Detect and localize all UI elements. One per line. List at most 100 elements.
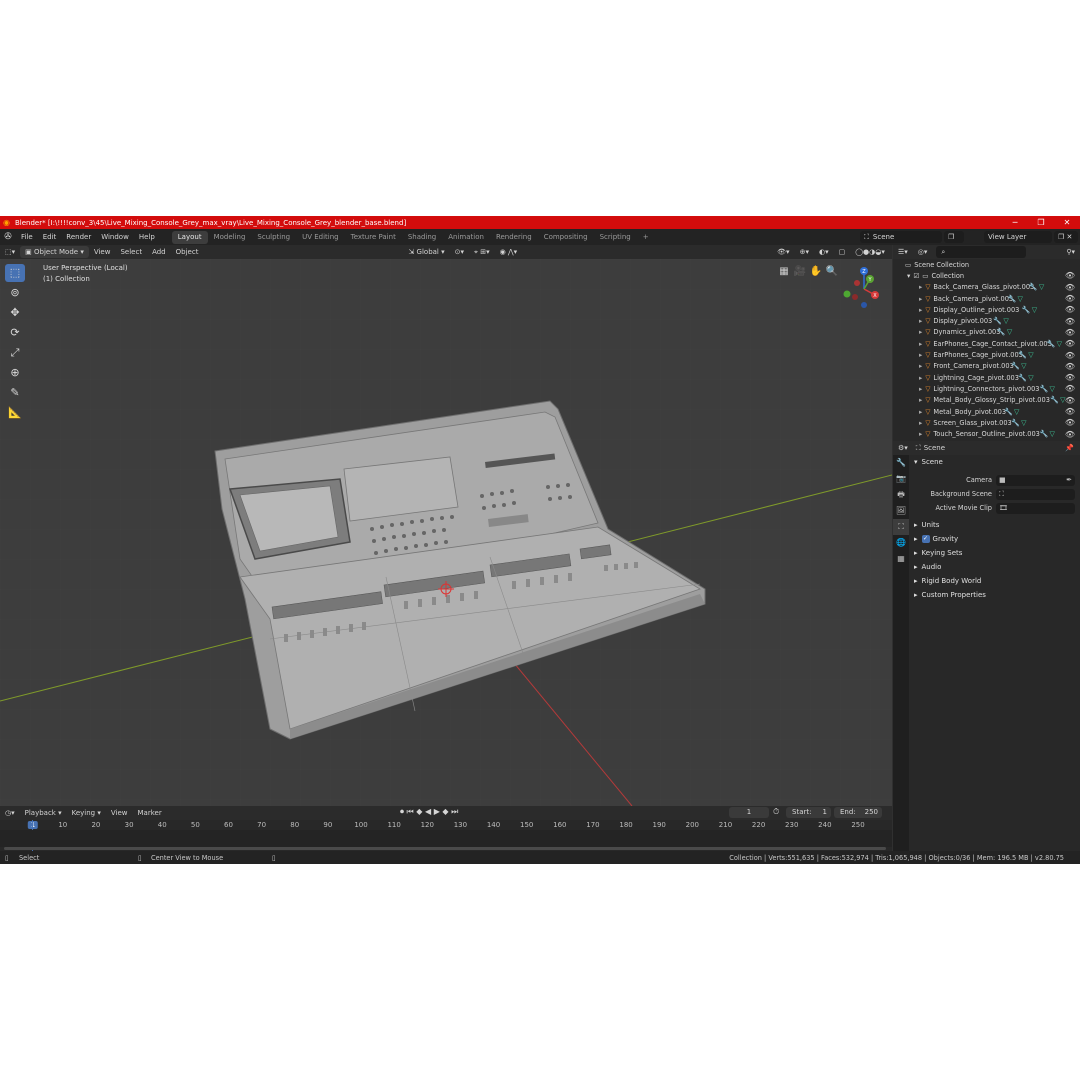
timeline-editor-type[interactable]: ◷▾ — [0, 807, 20, 819]
outliner-item[interactable]: ▸ ▽ Screen_Glass_pivot.003 🔧 ▽ 👁 — [893, 417, 1080, 428]
menu-playback[interactable]: Playback ▾ — [20, 807, 67, 819]
shading-modes[interactable]: ◯●◑◒▾ — [850, 246, 890, 258]
eye-icon[interactable]: 👁 — [1065, 430, 1075, 439]
camera-input[interactable]: ■ ✒ — [996, 474, 1075, 486]
clock-icon[interactable]: ⏱ — [773, 807, 779, 817]
record-icon[interactable]: ⏺ — [400, 807, 404, 816]
xray-button[interactable]: ▢ — [834, 246, 851, 258]
outliner-item[interactable]: ▸ ▽ Touch_Sensor_Outline_pivot.003 🔧 ▽ 👁 — [893, 428, 1080, 439]
outliner-item[interactable]: ▸ ▽ EarPhones_Cage_pivot.003 🔧 ▽ 👁 — [893, 349, 1080, 360]
custom-properties-section[interactable]: ▸ Custom Properties — [909, 588, 1080, 602]
eye-icon[interactable]: 👁 — [1065, 283, 1075, 292]
eye-icon[interactable]: 👁 — [1065, 351, 1075, 360]
tab-texture-paint[interactable]: Texture Paint — [345, 231, 402, 244]
move-tool-icon[interactable]: ✥ — [5, 304, 25, 322]
outliner-editor-type[interactable]: ☰▾ — [893, 246, 913, 258]
expand-icon[interactable]: ▸ — [919, 430, 922, 438]
start-frame-field[interactable]: Start: 1 — [786, 807, 831, 818]
expand-icon[interactable]: ▸ — [919, 385, 922, 393]
current-frame-field[interactable]: 1 — [729, 807, 769, 818]
jump-start-icon[interactable]: ⏮ — [407, 807, 414, 816]
scene-panel-header[interactable]: ▾ Scene — [909, 455, 1080, 469]
camera-view-icon[interactable]: 🎥 — [792, 266, 808, 280]
outliner-item[interactable]: ▸ ▽ Metal_Body_Glossy_Strip_pivot.003 🔧 ▽ 👁 — [893, 395, 1080, 406]
expand-icon[interactable]: ▸ — [919, 351, 922, 359]
select-box-tool-icon[interactable]: ⬚ — [5, 264, 25, 282]
outliner-item[interactable]: ▸ ▽ Metal_Body_pivot.003 🔧 ▽ 👁 — [893, 406, 1080, 417]
navigation-gizmo[interactable]: Z X Y — [840, 263, 890, 313]
world-tab-icon[interactable]: 🌐 — [893, 535, 909, 551]
eye-icon[interactable]: 👁 — [1065, 384, 1075, 393]
audio-section[interactable]: ▸ Audio — [909, 560, 1080, 574]
outliner-item[interactable]: ▸ ▽ Dynamics_pivot.003 🔧 ▽ 👁 — [893, 327, 1080, 338]
gravity-section[interactable]: ▸ ✓ Gravity — [909, 532, 1080, 546]
minimize-button[interactable]: ─ — [1002, 216, 1028, 229]
eye-icon[interactable]: 👁 — [1065, 418, 1075, 427]
transform-tool-icon[interactable]: ⊕ — [5, 364, 25, 382]
expand-icon[interactable]: ▸ — [919, 283, 922, 291]
scene-selector[interactable]: ⛶ Scene — [860, 231, 942, 243]
expand-icon[interactable]: ▸ — [919, 317, 922, 325]
tab-animation[interactable]: Animation — [442, 231, 490, 244]
expand-icon[interactable]: ▸ — [919, 306, 922, 314]
tab-layout[interactable]: Layout — [171, 230, 208, 244]
tab-sculpting[interactable]: Sculpting — [251, 231, 296, 244]
expand-icon[interactable]: ▸ — [919, 374, 922, 382]
outliner-item[interactable]: ▸ ▽ Display_Outline_pivot.003 🔧 ▽ 👁 — [893, 304, 1080, 315]
outliner-scene-collection[interactable]: ▭ Scene Collection — [893, 259, 1080, 270]
outliner-collection[interactable]: ▾ ☑ ▭ Collection 👁 — [893, 270, 1080, 281]
scale-tool-icon[interactable]: ⤢ — [5, 344, 25, 362]
eye-icon[interactable]: 👁 — [1065, 271, 1075, 280]
menu-object[interactable]: Object — [171, 246, 204, 258]
outliner-item[interactable]: ▸ ▽ Display_pivot.003 🔧 ▽ 👁 — [893, 315, 1080, 326]
new-view-layer-button[interactable]: ❐ ✕ — [1054, 231, 1078, 243]
eye-icon[interactable]: 👁 — [1065, 328, 1075, 337]
menu-view[interactable]: View — [89, 246, 116, 258]
eye-icon[interactable]: 👁 — [1065, 317, 1075, 326]
frame-ruler[interactable]: 1 10 20 30 40 50 60 70 80 90 100 110 120 130 140 150 160… — [0, 820, 892, 830]
filter-icon[interactable]: ⚲▾ — [1061, 246, 1080, 258]
tab-uv-editing[interactable]: UV Editing — [296, 231, 345, 244]
tab-compositing[interactable]: Compositing — [538, 231, 594, 244]
expand-icon[interactable]: ▸ — [919, 328, 922, 336]
play-reverse-icon[interactable]: ◀ — [425, 807, 431, 816]
add-workspace-button[interactable]: + — [637, 231, 655, 244]
expand-icon[interactable]: ▸ — [919, 362, 922, 370]
expand-icon[interactable]: ▸ — [919, 408, 922, 416]
tab-rendering[interactable]: Rendering — [490, 231, 538, 244]
eye-icon[interactable]: 👁 — [1065, 339, 1075, 348]
outliner-item[interactable]: ▸ ▽ Back_Camera_pivot.003 🔧 ▽ 👁 — [893, 293, 1080, 304]
texture-tab-icon[interactable]: ▦ — [893, 551, 909, 567]
transform-orientation-selector[interactable]: ⇲ Global ▾ — [403, 246, 449, 258]
gravity-checkbox[interactable]: ✓ — [921, 535, 930, 543]
expand-icon[interactable]: ▸ — [919, 419, 922, 427]
close-button[interactable]: ✕ — [1054, 216, 1080, 229]
scene-tab-icon[interactable]: ⛶ — [893, 519, 909, 535]
outliner-item[interactable]: ▸ ▽ Lightning_Connectors_pivot.003 🔧 ▽ 👁 — [893, 383, 1080, 394]
outliner-item[interactable]: ▸ ▽ Lightning_Cage_pivot.003 🔧 ▽ 👁 — [893, 372, 1080, 383]
tab-modeling[interactable]: Modeling — [208, 231, 252, 244]
timeline-track-area[interactable] — [0, 830, 892, 847]
menu-keying[interactable]: Keying ▾ — [67, 807, 106, 819]
menu-marker[interactable]: Marker — [133, 807, 167, 819]
render-tab-icon[interactable]: 📷 — [893, 471, 909, 487]
menu-file[interactable]: File — [16, 233, 38, 241]
next-keyframe-icon[interactable]: ◆ — [442, 807, 448, 816]
gizmo-button[interactable]: ⊕▾ — [795, 246, 814, 258]
overlay-button[interactable]: ◐▾ — [814, 246, 834, 258]
snap-button[interactable]: ⌖ ⊞▾ — [469, 246, 495, 258]
jump-end-icon[interactable]: ⏭ — [451, 807, 458, 816]
eye-icon[interactable]: 👁 — [1065, 396, 1075, 405]
mode-selector[interactable]: ▣ Object Mode ▾ — [20, 246, 89, 258]
outliner-item[interactable]: ▸ ▽ EarPhones_Cage_Contact_pivot.003 🔧 ▽ 👁 — [893, 338, 1080, 349]
active-movie-clip-input[interactable]: 🎞 — [996, 502, 1075, 514]
rotate-tool-icon[interactable]: ⟳ — [5, 324, 25, 342]
outliner-search-input[interactable]: ⌕ — [936, 246, 1027, 258]
outliner-item[interactable]: ▸ ▽ Back_Camera_Glass_pivot.003 🔧 ▽ 👁 — [893, 282, 1080, 293]
tab-shading[interactable]: Shading — [402, 231, 442, 244]
end-frame-field[interactable]: End: 250 — [834, 807, 882, 818]
expand-icon[interactable]: ▸ — [919, 396, 922, 404]
eye-icon[interactable]: 👁 — [1065, 407, 1075, 416]
menu-edit[interactable]: Edit — [38, 233, 62, 241]
blender-menu-icon[interactable]: ✇ — [0, 232, 16, 242]
